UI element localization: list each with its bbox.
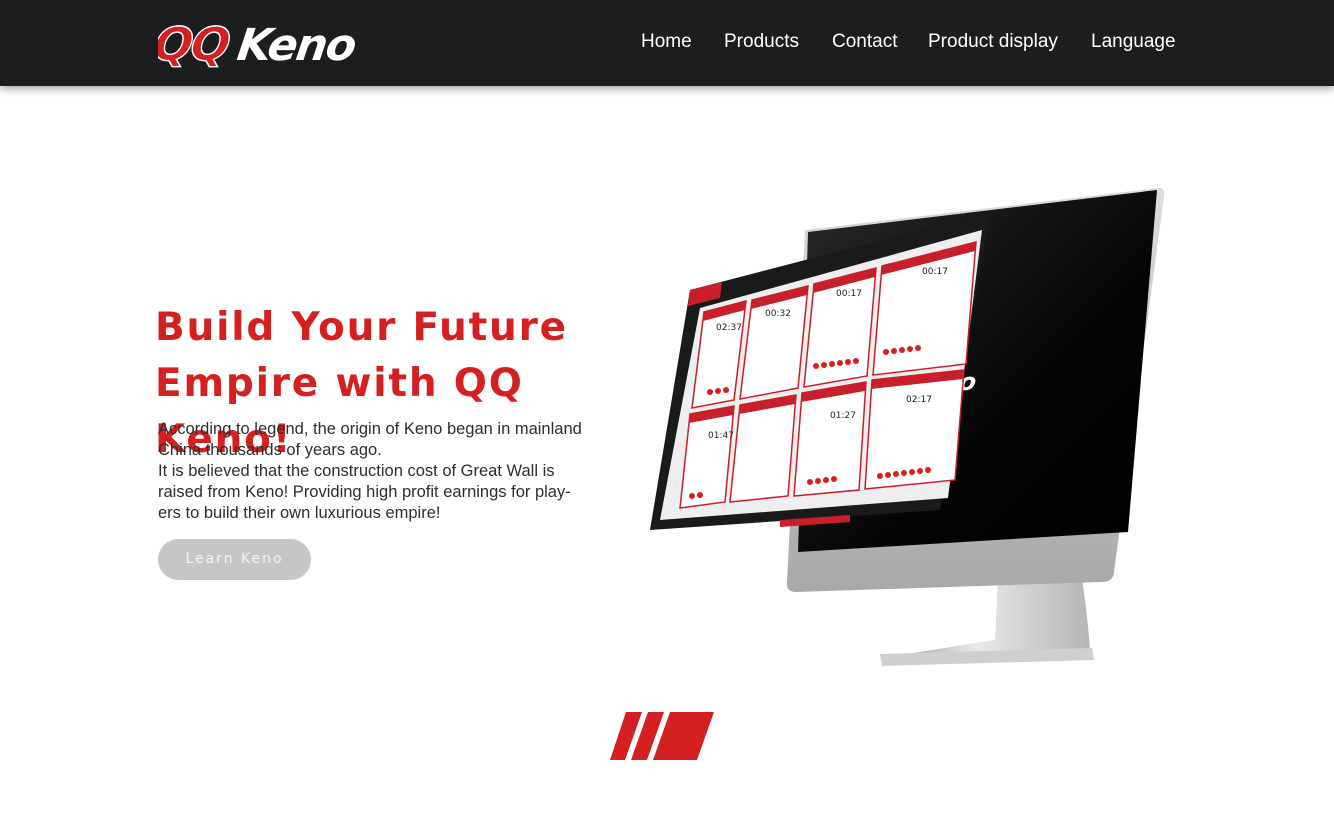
nav-language[interactable]: Language (1091, 31, 1176, 53)
imac-monitor-illustration: eno (650, 187, 1165, 666)
app-screenshot-panel: 02:37 00:32 00:17 00:17 01:47 01:27 02:1… (650, 212, 990, 530)
svg-text:00:17: 00:17 (836, 289, 862, 299)
svg-text:02:37: 02:37 (716, 323, 742, 333)
hero-desc-line: raised from Keno! Providing high profit … (158, 483, 571, 501)
hero-description: According to legend, the origin of Keno … (158, 419, 628, 524)
nav-products[interactable]: Products (724, 31, 799, 53)
hero-desc-line: It is believed that the construction cos… (158, 462, 555, 480)
svg-text:00:32: 00:32 (765, 309, 791, 319)
hero-desc-line: According to legend, the origin of Keno … (158, 420, 582, 438)
logo-keno-text: Keno (234, 20, 358, 68)
svg-text:00:17: 00:17 (922, 267, 948, 277)
red-stripes-icon (610, 712, 714, 760)
nav-product-display[interactable]: Product display (928, 31, 1058, 53)
learn-keno-button[interactable]: Learn Keno (158, 539, 311, 580)
top-navbar: QQ Keno Home Products Contact Product di… (0, 0, 1334, 86)
hero-desc-line: China thousands of years ago. (158, 441, 382, 459)
hero-desc-line: ers to build their own luxurious empire! (158, 504, 441, 522)
qqkeno-logo[interactable]: QQ Keno (158, 16, 398, 68)
nav-contact[interactable]: Contact (832, 31, 897, 53)
svg-text:01:27: 01:27 (830, 411, 856, 421)
hero-title-line1: Build Your Future (155, 305, 568, 350)
nav-home[interactable]: Home (641, 31, 692, 53)
main-nav: Home Products Contact Product display La… (600, 0, 1200, 86)
monitor-stand (880, 578, 1094, 666)
logo-qq-text: QQ (158, 17, 233, 68)
svg-text:02:17: 02:17 (906, 395, 932, 405)
svg-text:01:47: 01:47 (708, 431, 734, 441)
